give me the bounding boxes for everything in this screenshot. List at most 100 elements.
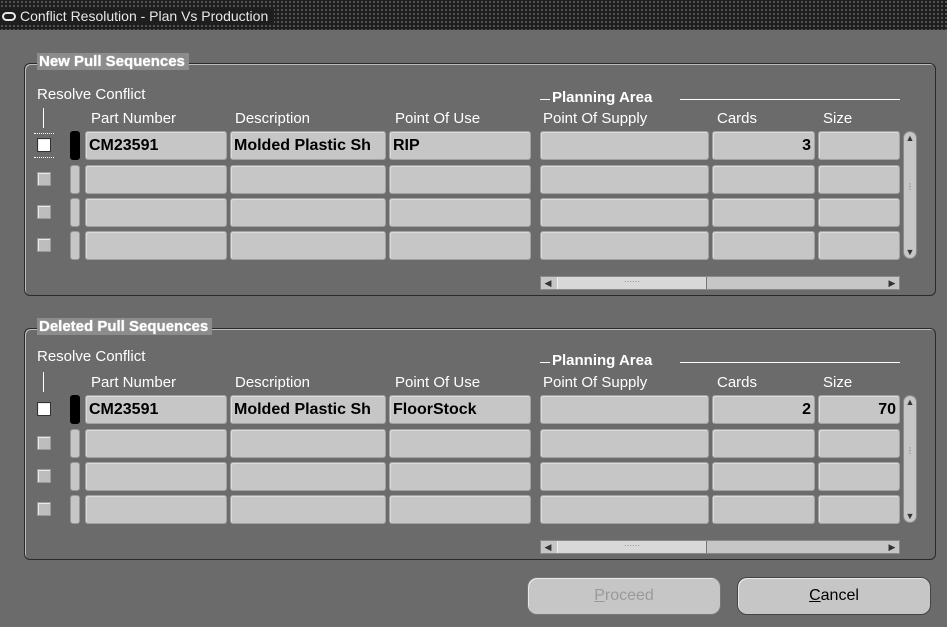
new-row-4-point-of-use[interactable] bbox=[389, 231, 531, 260]
new-row-4-part-number[interactable] bbox=[85, 231, 227, 260]
deleted-point-of-supply-header: Point Of Supply bbox=[543, 374, 648, 391]
proceed-button[interactable]: Proceed bbox=[527, 577, 721, 615]
deleted-row-2-size[interactable] bbox=[818, 429, 900, 458]
new-row-4-point-of-supply[interactable] bbox=[540, 231, 709, 260]
deleted-row-2-point-of-supply[interactable] bbox=[540, 429, 709, 458]
deleted-row-1-part-number[interactable]: CM23591 bbox=[85, 395, 227, 424]
deleted-row-3-indicator[interactable] bbox=[70, 462, 80, 491]
deleted-row-4-point-of-use[interactable] bbox=[389, 495, 531, 524]
new-row-1-part-number[interactable]: CM23591 bbox=[85, 131, 227, 160]
new-row-4-indicator[interactable] bbox=[70, 231, 80, 260]
scroll-down-icon[interactable]: ▼ bbox=[904, 511, 916, 521]
deleted-row-4-point-of-supply[interactable] bbox=[540, 495, 709, 524]
deleted-row-1-size[interactable]: 70 bbox=[818, 395, 900, 424]
deleted-row-4-size[interactable] bbox=[818, 495, 900, 524]
deleted-row-4-indicator[interactable] bbox=[70, 495, 80, 524]
new-planning-area-header: Planning Area bbox=[552, 89, 653, 106]
deleted-row-3-size[interactable] bbox=[818, 462, 900, 491]
new-row-3-description[interactable] bbox=[230, 198, 386, 227]
deleted-row-4-cards[interactable] bbox=[712, 495, 815, 524]
cancel-button[interactable]: Cancel bbox=[737, 577, 931, 615]
new-row-3-indicator[interactable] bbox=[70, 198, 80, 227]
new-row-1-description[interactable]: Molded Plastic Sh bbox=[230, 131, 386, 160]
scroll-right-icon[interactable]: ▶ bbox=[885, 277, 899, 289]
new-row-2-indicator[interactable] bbox=[70, 165, 80, 194]
new-row-2-resolve-checkbox[interactable] bbox=[37, 172, 51, 186]
deleted-row-2-point-of-use[interactable] bbox=[389, 429, 531, 458]
new-row-3-resolve-checkbox[interactable] bbox=[37, 205, 51, 219]
scroll-up-icon[interactable]: ▲ bbox=[904, 397, 916, 407]
deleted-row-4-description[interactable] bbox=[230, 495, 386, 524]
new-row-4-resolve-checkbox[interactable] bbox=[37, 238, 51, 252]
cancel-label-rest: ancel bbox=[820, 587, 859, 604]
new-row-3-point-of-supply[interactable] bbox=[540, 198, 709, 227]
deleted-horizontal-thumb[interactable]: ⋯⋯ bbox=[557, 541, 707, 553]
new-row-1-point-of-supply[interactable] bbox=[540, 131, 709, 160]
deleted-row-1-description[interactable]: Molded Plastic Sh bbox=[230, 395, 386, 424]
deleted-vertical-scrollbar[interactable]: ▲ ⋮ ▼ bbox=[903, 395, 917, 523]
focus-dots bbox=[34, 133, 54, 134]
new-row-4-size[interactable] bbox=[818, 231, 900, 260]
deleted-row-3-part-number[interactable] bbox=[85, 462, 227, 491]
new-row-4-description[interactable] bbox=[230, 231, 386, 260]
new-row-3-size[interactable] bbox=[818, 198, 900, 227]
new-row-4-cards[interactable] bbox=[712, 231, 815, 260]
deleted-point-of-use-header: Point Of Use bbox=[395, 374, 481, 391]
new-row-2-cards[interactable] bbox=[712, 165, 815, 194]
deleted-part-number-header: Part Number bbox=[91, 374, 177, 391]
new-resolve-divider bbox=[43, 108, 44, 128]
scroll-left-icon[interactable]: ◀ bbox=[541, 541, 555, 553]
deleted-row-3-description[interactable] bbox=[230, 462, 386, 491]
proceed-mnemonic: P bbox=[594, 587, 605, 604]
new-row-1-point-of-use[interactable]: RIP bbox=[389, 131, 531, 160]
new-row-1-current-indicator[interactable] bbox=[70, 131, 80, 160]
deleted-description-header: Description bbox=[235, 374, 311, 391]
new-row-2-description[interactable] bbox=[230, 165, 386, 194]
deleted-row-1-point-of-supply[interactable] bbox=[540, 395, 709, 424]
new-row-2-part-number[interactable] bbox=[85, 165, 227, 194]
new-row-2-point-of-supply[interactable] bbox=[540, 165, 709, 194]
deleted-row-3-resolve-checkbox[interactable] bbox=[37, 469, 51, 483]
deleted-row-3-cards[interactable] bbox=[712, 462, 815, 491]
deleted-row-4-resolve-checkbox[interactable] bbox=[37, 502, 51, 516]
deleted-row-3-point-of-use[interactable] bbox=[389, 462, 531, 491]
deleted-row-2-cards[interactable] bbox=[712, 429, 815, 458]
scroll-grip-icon[interactable]: ⋮ bbox=[906, 182, 914, 191]
scroll-right-icon[interactable]: ▶ bbox=[885, 541, 899, 553]
scroll-left-icon[interactable]: ◀ bbox=[541, 277, 555, 289]
deleted-row-2-resolve-checkbox[interactable] bbox=[37, 436, 51, 450]
new-row-1-resolve-checkbox[interactable] bbox=[37, 138, 51, 152]
deleted-row-1-cards[interactable]: 2 bbox=[712, 395, 815, 424]
scroll-grip-icon[interactable]: ⋮ bbox=[906, 446, 914, 455]
deleted-row-1-point-of-use[interactable]: FloorStock bbox=[389, 395, 531, 424]
deleted-row-1-current-indicator[interactable] bbox=[70, 395, 80, 424]
title-bar[interactable]: Conflict Resolution - Plan Vs Production bbox=[0, 0, 947, 30]
new-horizontal-scrollbar[interactable]: ◀ ⋯⋯ ▶ bbox=[540, 276, 900, 290]
new-description-header: Description bbox=[235, 110, 311, 127]
deleted-row-1-resolve-checkbox[interactable] bbox=[37, 402, 51, 416]
new-row-3-point-of-use[interactable] bbox=[389, 198, 531, 227]
deleted-row-2-indicator[interactable] bbox=[70, 429, 80, 458]
window-menu-icon[interactable] bbox=[2, 11, 16, 21]
new-row-1-cards[interactable]: 3 bbox=[712, 131, 815, 160]
new-vertical-scrollbar[interactable]: ▲ ⋮ ▼ bbox=[903, 131, 917, 259]
deleted-cards-header: Cards bbox=[717, 374, 758, 391]
new-row-2-size[interactable] bbox=[818, 165, 900, 194]
new-row-2-point-of-use[interactable] bbox=[389, 165, 531, 194]
deleted-row-2-description[interactable] bbox=[230, 429, 386, 458]
new-horizontal-thumb[interactable]: ⋯⋯ bbox=[557, 277, 707, 289]
new-row-3-cards[interactable] bbox=[712, 198, 815, 227]
deleted-row-4-part-number[interactable] bbox=[85, 495, 227, 524]
new-planning-area-line-right bbox=[680, 99, 900, 100]
new-row-1-size[interactable] bbox=[818, 131, 900, 160]
new-pull-sequences-title: New Pull Sequences bbox=[37, 53, 189, 70]
deleted-row-2-part-number[interactable] bbox=[85, 429, 227, 458]
deleted-row-3-point-of-supply[interactable] bbox=[540, 462, 709, 491]
cancel-mnemonic: C bbox=[809, 587, 821, 604]
focus-dots bbox=[34, 157, 54, 158]
scroll-up-icon[interactable]: ▲ bbox=[904, 133, 916, 143]
deleted-horizontal-scrollbar[interactable]: ◀ ⋯⋯ ▶ bbox=[540, 540, 900, 554]
scroll-down-icon[interactable]: ▼ bbox=[904, 247, 916, 257]
new-row-3-part-number[interactable] bbox=[85, 198, 227, 227]
new-part-number-header: Part Number bbox=[91, 110, 177, 127]
